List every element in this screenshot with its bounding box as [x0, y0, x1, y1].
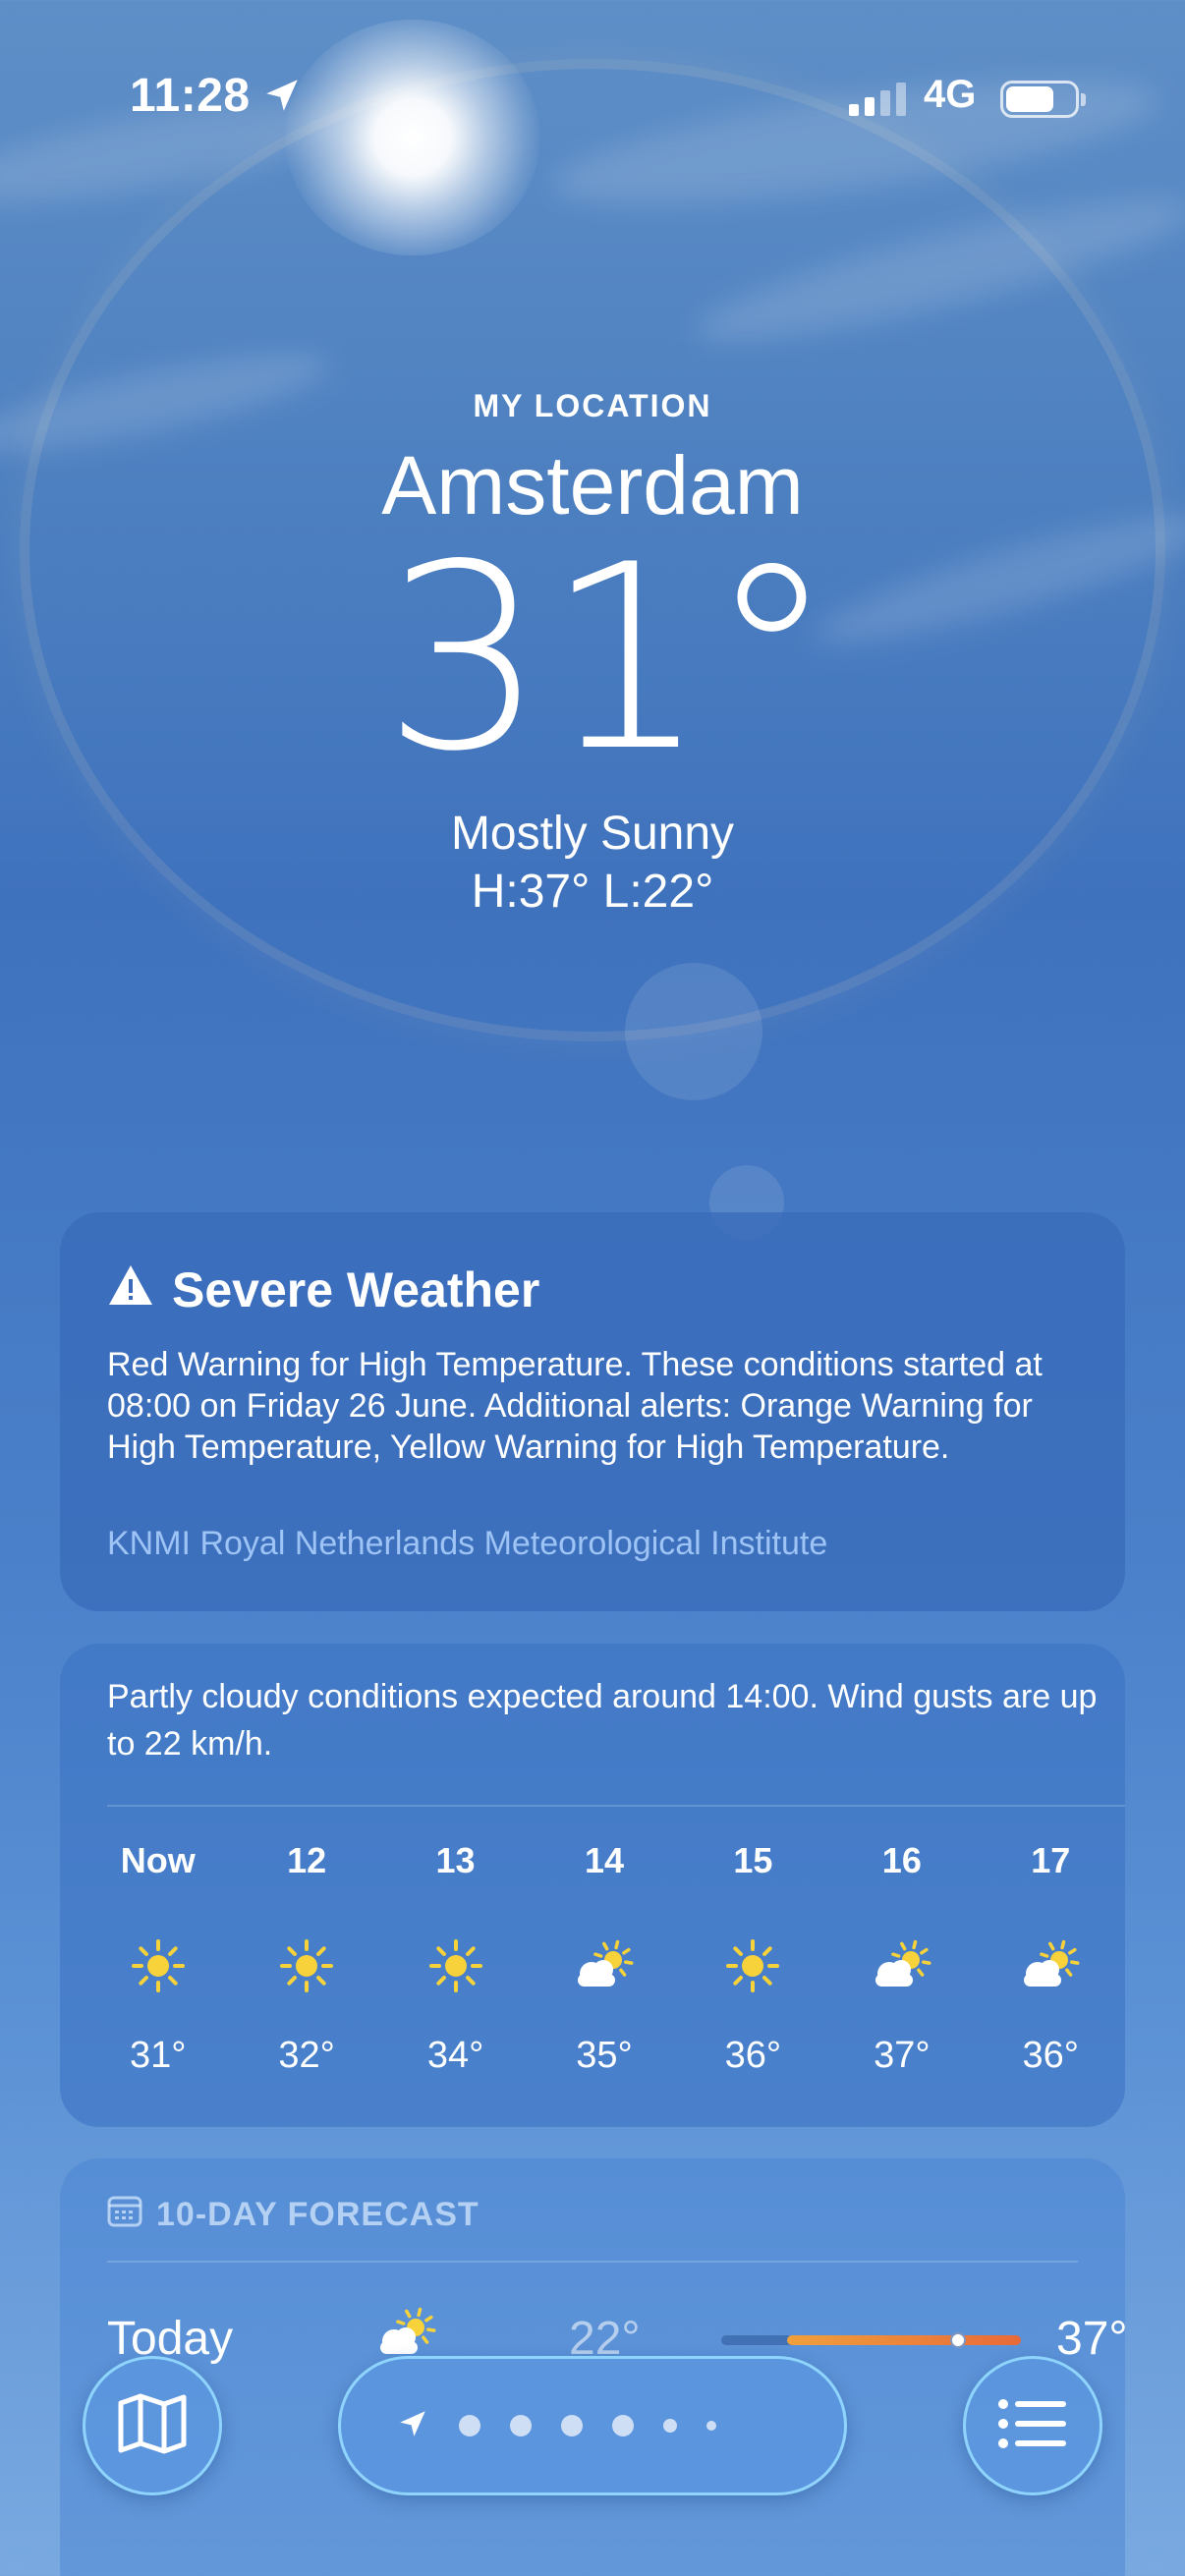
hour-column: 16 37°	[827, 1840, 976, 2077]
temperature-range-bar	[721, 2332, 1021, 2348]
hourly-summary: Partly cloudy conditions expected around…	[107, 1678, 1098, 1763]
hour-label: 13	[435, 1840, 476, 1880]
map-icon	[117, 2393, 188, 2459]
list-button[interactable]	[963, 2356, 1102, 2495]
current-temperature: 31°	[382, 511, 836, 808]
page-dot[interactable]	[510, 2415, 532, 2436]
location-arrow-icon	[261, 75, 303, 121]
severe-weather-card[interactable]: Severe Weather Red Warning for High Temp…	[60, 1212, 1125, 1611]
location-header: MY LOCATION Amsterdam 31° Mostly Sunny H…	[0, 388, 1185, 919]
alert-source-link[interactable]: KNMI Royal Netherlands Meteorological In…	[107, 1525, 827, 1563]
hour-column: 17 36°	[977, 1840, 1125, 2077]
hour-column: 12 32°	[232, 1840, 380, 2077]
hour-column: 15 36°	[679, 1840, 827, 2077]
page-dot[interactable]	[663, 2419, 677, 2433]
hour-temperature: 32°	[278, 2035, 335, 2076]
list-icon	[997, 2396, 1068, 2456]
calendar-icon	[107, 2194, 142, 2236]
hour-label: 17	[1031, 1840, 1071, 1880]
hour-temperature: 31°	[129, 2035, 187, 2076]
sun-glare	[285, 20, 540, 255]
signal-icon	[849, 83, 910, 121]
partly-cloudy-icon	[977, 1927, 1125, 2005]
alert-body: Red Warning for High Temperature. These …	[107, 1346, 1043, 1466]
status-time: 11:28	[130, 70, 251, 122]
page-dot[interactable]	[612, 2415, 634, 2436]
hourly-list[interactable]: Now 31° 12 32° 13 34° 14 35° 15 36° 16 37° 17 36°	[84, 1840, 1125, 2077]
temperature-range-fill	[787, 2335, 1021, 2345]
hourly-forecast-card[interactable]: Partly cloudy conditions expected around…	[60, 1644, 1125, 2127]
hour-temperature: 35°	[576, 2035, 633, 2076]
hour-label: Now	[120, 1840, 196, 1880]
hour-temperature: 36°	[724, 2035, 782, 2076]
day-high: 37°	[1056, 2313, 1128, 2365]
sun-icon	[381, 1927, 530, 2005]
hour-temperature: 36°	[1022, 2035, 1079, 2076]
hour-column: 13 34°	[381, 1840, 530, 2077]
page-dot[interactable]	[459, 2415, 480, 2436]
hour-label: 16	[881, 1840, 922, 1880]
status-bar: 11:28 4G	[0, 69, 1185, 124]
network-type: 4G	[924, 73, 977, 116]
divider	[107, 1805, 1125, 1807]
hour-column: 14 35°	[530, 1840, 678, 2077]
current-temp-marker	[950, 2332, 966, 2348]
my-location-label: MY LOCATION	[473, 388, 712, 423]
page-dot[interactable]	[706, 2421, 716, 2431]
divider	[107, 2261, 1078, 2263]
warning-icon	[107, 1261, 154, 1318]
hour-label: 12	[287, 1840, 327, 1880]
page-dot[interactable]	[561, 2415, 583, 2436]
map-button[interactable]	[83, 2356, 222, 2495]
sun-icon	[232, 1927, 380, 2005]
location-arrow-icon[interactable]	[396, 2407, 429, 2445]
hour-column: Now 31°	[84, 1840, 232, 2077]
sun-icon	[679, 1927, 827, 2005]
ten-day-header: 10-DAY FORECAST	[107, 2194, 480, 2236]
hour-temperature: 34°	[426, 2035, 484, 2076]
alert-title-row: Severe Weather	[107, 1261, 539, 1318]
partly-cloudy-icon	[827, 1927, 976, 2005]
partly-cloudy-icon	[530, 1927, 678, 2005]
ten-day-title: 10-DAY FORECAST	[156, 2196, 480, 2233]
condition-text: Mostly Sunny	[450, 808, 735, 860]
battery-icon	[1000, 81, 1086, 118]
lens-flare	[625, 963, 762, 1100]
hour-label: 14	[584, 1840, 624, 1880]
sun-icon	[84, 1927, 232, 2005]
hour-label: 15	[733, 1840, 773, 1880]
high-low-text: H:37° L:22°	[471, 866, 714, 918]
page-indicator[interactable]	[338, 2356, 847, 2495]
hour-temperature: 37°	[874, 2035, 931, 2076]
alert-title: Severe Weather	[172, 1262, 540, 1317]
